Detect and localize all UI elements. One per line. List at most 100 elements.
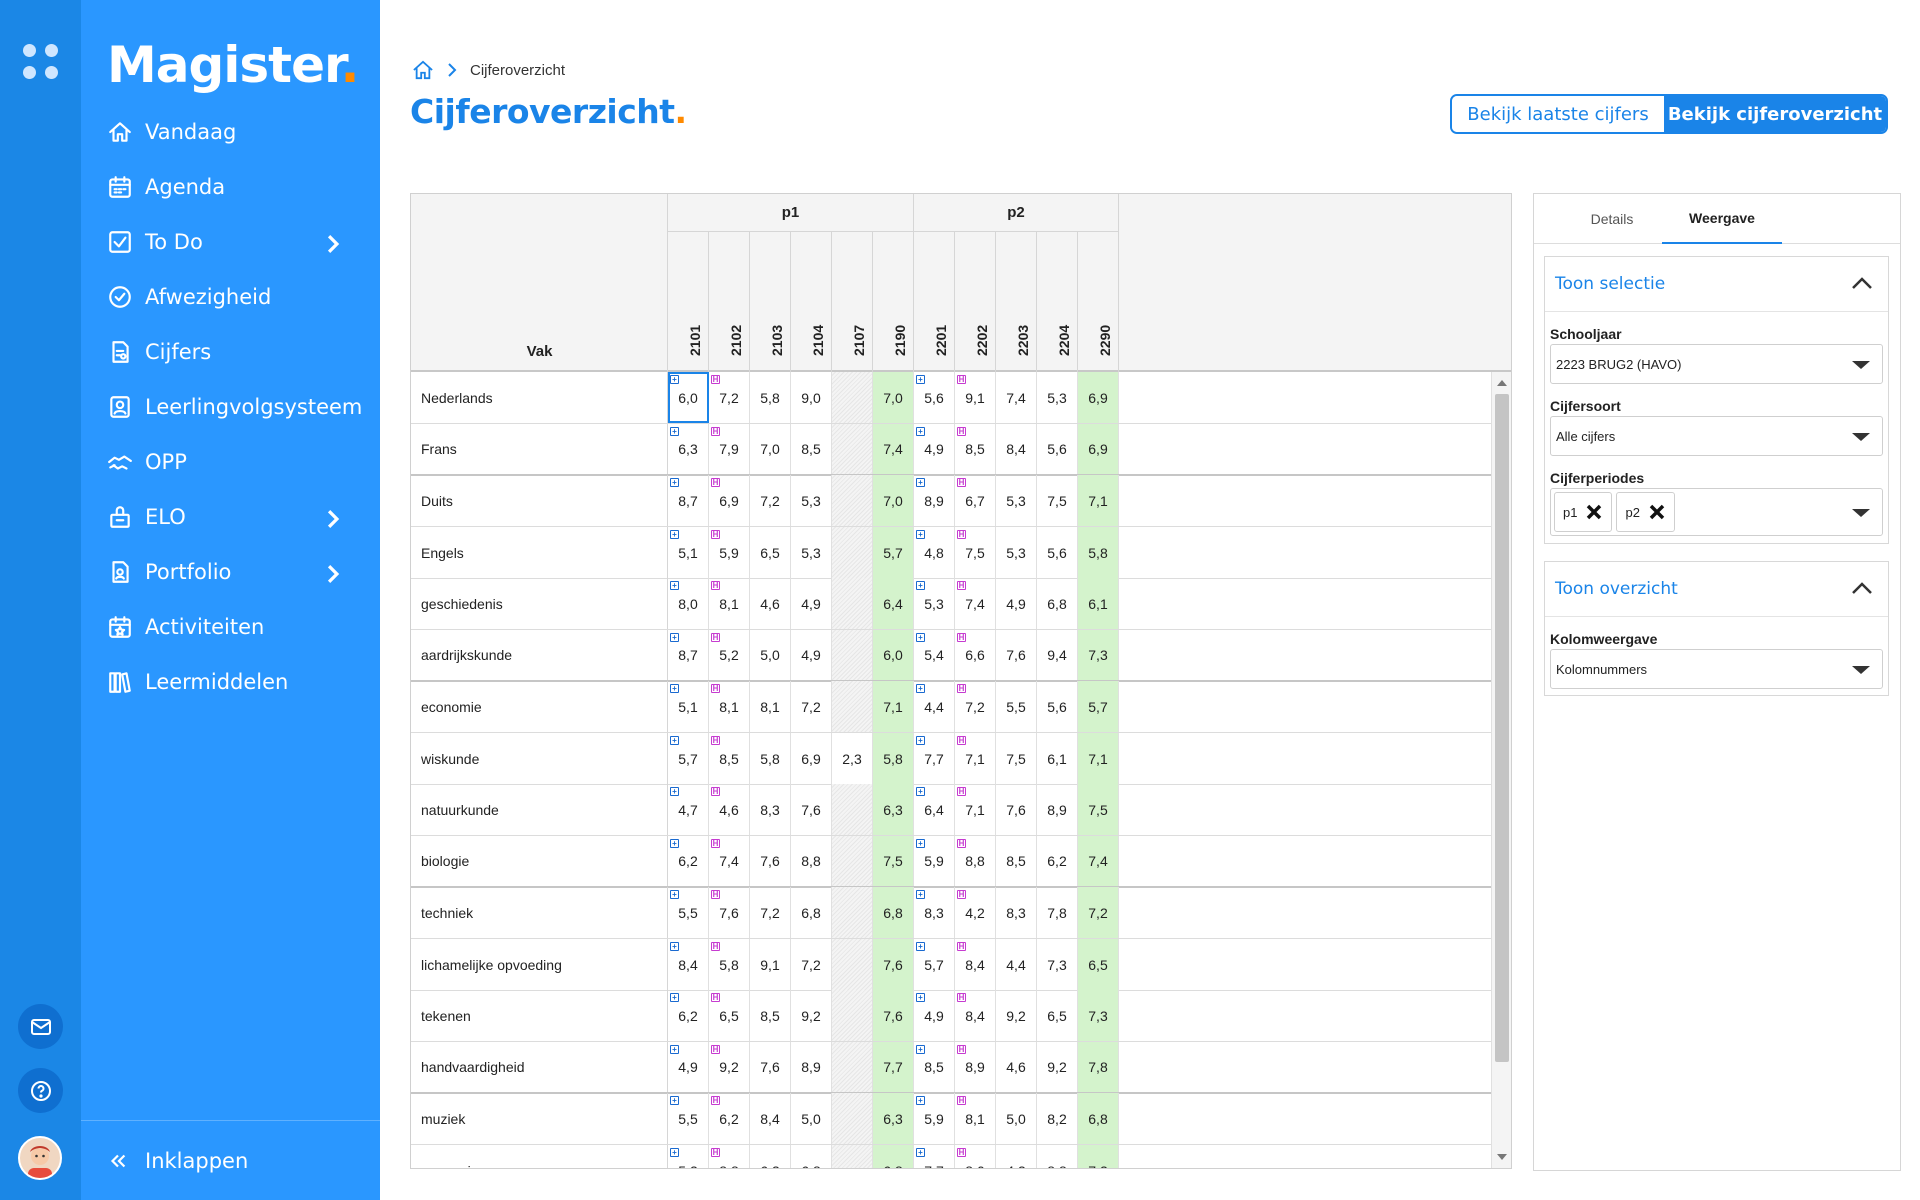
app-launcher-icon[interactable] <box>23 44 59 80</box>
grade-cell[interactable] <box>832 372 873 423</box>
grade-cell[interactable]: 9,0 <box>791 372 832 423</box>
grade-cell[interactable]: H 6,2 <box>709 1093 750 1144</box>
grade-cell[interactable]: 6,8 <box>791 887 832 938</box>
grade-cell[interactable] <box>832 1093 873 1144</box>
grade-cell[interactable]: 7,6 <box>996 784 1037 835</box>
grade-cell[interactable]: 8,5 <box>996 836 1037 886</box>
grade-cell[interactable]: +6,0 <box>668 372 709 423</box>
grade-cell[interactable]: 5,0 <box>791 1093 832 1144</box>
grade-cell[interactable]: 8,5 <box>750 990 791 1041</box>
average-cell[interactable]: 7,1 <box>1078 733 1119 784</box>
period-chip[interactable]: p1 <box>1554 492 1613 532</box>
grade-cell[interactable]: 4,9 <box>791 578 832 629</box>
grade-cell[interactable] <box>832 475 873 526</box>
average-cell[interactable]: 6,1 <box>1078 578 1119 629</box>
grade-cell[interactable]: H 4,2 <box>955 887 996 938</box>
grade-cell[interactable]: H 9,2 <box>709 1042 750 1092</box>
grade-cell[interactable]: +4,8 <box>914 527 955 578</box>
average-cell[interactable]: 7,2 <box>1078 887 1119 938</box>
average-cell[interactable]: 5,8 <box>873 733 914 784</box>
grade-cell[interactable]: +6,2 <box>668 990 709 1041</box>
grade-cell[interactable]: +5,5 <box>668 887 709 938</box>
grade-cell[interactable]: 5,3 <box>996 475 1037 526</box>
grade-cell[interactable]: +4,4 <box>914 681 955 732</box>
average-cell[interactable]: 7,4 <box>873 424 914 474</box>
grade-cell[interactable]: H 8,9 <box>955 1042 996 1092</box>
column-header[interactable]: 2203 <box>996 232 1037 372</box>
grade-cell[interactable]: H 8,5 <box>955 424 996 474</box>
average-cell[interactable]: 5,7 <box>873 527 914 578</box>
grade-cell[interactable]: 5,6 <box>1037 424 1078 474</box>
grade-cell[interactable]: H 8,1 <box>709 578 750 629</box>
sidebar-item-leerlingvolgsysteem[interactable]: Leerlingvolgsysteem <box>81 379 380 434</box>
grade-cell[interactable]: H 7,2 <box>955 681 996 732</box>
column-header[interactable]: 2101 <box>668 232 709 372</box>
grade-cell[interactable]: H 6,5 <box>709 990 750 1041</box>
grade-cell[interactable]: 7,2 <box>750 475 791 526</box>
grade-cell[interactable]: 8,8 <box>1037 1145 1078 1168</box>
column-header[interactable]: 2104 <box>791 232 832 372</box>
grade-cell[interactable]: H 8,5 <box>709 733 750 784</box>
average-cell[interactable]: 6,9 <box>1078 372 1119 423</box>
grade-cell[interactable]: 5,3 <box>791 527 832 578</box>
grade-cell[interactable]: 6,8 <box>1037 578 1078 629</box>
grade-cell[interactable] <box>832 784 873 835</box>
grade-cell[interactable]: 7,6 <box>750 836 791 886</box>
average-cell[interactable]: 6,8 <box>1078 1093 1119 1144</box>
grade-cell[interactable]: +5,6 <box>914 372 955 423</box>
sidebar-item-elo[interactable]: ELO <box>81 489 380 544</box>
grade-cell[interactable]: 8,4 <box>996 424 1037 474</box>
grade-cell[interactable]: 6,5 <box>1037 990 1078 1041</box>
grade-cell[interactable]: +8,0 <box>668 578 709 629</box>
grade-cell[interactable]: 6,9 <box>791 733 832 784</box>
grade-cell[interactable]: 6,8 <box>791 1145 832 1168</box>
sidebar-item-agenda[interactable]: Agenda <box>81 159 380 214</box>
grade-cell[interactable]: H 6,6 <box>955 630 996 680</box>
grade-cell[interactable]: 4,3 <box>996 1145 1037 1168</box>
column-header[interactable]: 2204 <box>1037 232 1078 372</box>
grade-cell[interactable]: +6,3 <box>668 424 709 474</box>
grade-cell[interactable]: +5,3 <box>914 578 955 629</box>
average-cell[interactable]: 7,4 <box>1078 836 1119 886</box>
grade-cell[interactable]: +5,7 <box>668 733 709 784</box>
grade-cell[interactable]: H 8,4 <box>955 939 996 990</box>
tab-weergave[interactable]: Weergave <box>1662 194 1782 244</box>
grade-cell[interactable]: +4,7 <box>668 784 709 835</box>
grade-cell[interactable]: 9,2 <box>996 990 1037 1041</box>
grade-cell[interactable] <box>832 887 873 938</box>
grade-cell[interactable]: +5,1 <box>668 681 709 732</box>
grade-cell[interactable]: 4,6 <box>996 1042 1037 1092</box>
grade-cell[interactable]: 4,9 <box>996 578 1037 629</box>
grade-cell[interactable]: +8,9 <box>914 475 955 526</box>
home-icon[interactable] <box>412 60 434 80</box>
average-cell[interactable]: 7,7 <box>873 1042 914 1092</box>
grade-cell[interactable]: H 7,1 <box>955 733 996 784</box>
grade-cell[interactable]: H 7,4 <box>709 836 750 886</box>
sidebar-item-afwezigheid[interactable]: Afwezigheid <box>81 269 380 324</box>
vertical-scrollbar[interactable] <box>1491 372 1511 1168</box>
average-cell[interactable]: 7,2 <box>1078 1145 1119 1168</box>
grade-cell[interactable]: 6,3 <box>750 1145 791 1168</box>
column-header[interactable]: 2201 <box>914 232 955 372</box>
tab-details[interactable]: Details <box>1562 194 1662 244</box>
average-cell[interactable]: 6,8 <box>873 1145 914 1168</box>
grade-cell[interactable]: +5,9 <box>914 1093 955 1144</box>
grade-cell[interactable]: H 7,9 <box>709 424 750 474</box>
grade-cell[interactable]: 4,9 <box>791 630 832 680</box>
grade-cell[interactable]: +5,5 <box>668 1093 709 1144</box>
grade-cell[interactable] <box>832 990 873 1041</box>
grade-cell[interactable] <box>832 578 873 629</box>
grade-cell[interactable]: 5,6 <box>1037 527 1078 578</box>
grade-cell[interactable]: +5,9 <box>914 836 955 886</box>
average-cell[interactable]: 5,8 <box>1078 527 1119 578</box>
grade-cell[interactable]: 9,4 <box>1037 630 1078 680</box>
sidebar-item-cijfers[interactable]: Cijfers <box>81 324 380 379</box>
grade-cell[interactable]: 5,0 <box>996 1093 1037 1144</box>
brand-logo[interactable]: Magister. <box>107 36 360 94</box>
grade-cell[interactable]: 8,8 <box>791 836 832 886</box>
average-cell[interactable]: 7,1 <box>873 681 914 732</box>
grade-cell[interactable]: 8,3 <box>996 887 1037 938</box>
grade-cell[interactable]: H8,8 <box>709 1145 750 1168</box>
grade-cell[interactable]: +5,7 <box>914 939 955 990</box>
grade-cell[interactable]: 4,6 <box>750 578 791 629</box>
